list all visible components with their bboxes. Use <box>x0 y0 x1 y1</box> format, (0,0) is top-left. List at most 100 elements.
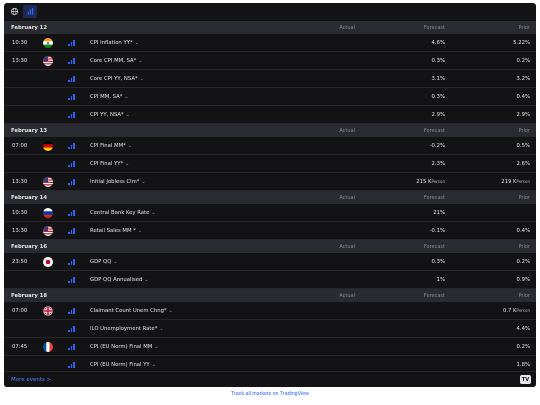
tradingview-logo-icon[interactable]: TV <box>520 375 531 384</box>
flag-fr-icon <box>43 341 53 352</box>
event-time: 13:30 <box>12 57 28 64</box>
event-row[interactable]: 13:30 Initial Jobless Clm* ⌄ 215 KPerson 219… <box>4 173 536 191</box>
events-list: February 12 Actual Forecast Prior 10:30 CPI I… <box>4 21 536 369</box>
prior-number: 4.4% <box>516 325 530 332</box>
event-row[interactable]: 23:50 GDP QQ ⌄ 0.3% 0.2% <box>4 253 536 271</box>
prior-value: 4.4% <box>517 326 530 332</box>
chevron-down-icon[interactable]: ⌄ <box>138 58 142 64</box>
flag-de-icon <box>43 140 53 151</box>
event-row[interactable]: CPI YY, NSA* ⌄ 2.9% 2.9% <box>4 106 536 124</box>
event-row[interactable]: Core CPI YY, NSA* ⌄ 3.1% 3.2% <box>4 70 536 88</box>
event-row[interactable]: CPI MM, SA* ⌄ 0.3% 0.4% <box>4 88 536 106</box>
date-label: February 12 <box>11 24 48 31</box>
event-row[interactable]: 10:30 CPI Inflation YY* ⌄ 4.6% 5.22% <box>4 34 536 52</box>
importance-bars-icon <box>68 326 75 332</box>
chevron-down-icon[interactable]: ⌄ <box>169 308 173 314</box>
prior-value: 0.7 KPerson <box>503 308 530 314</box>
actual-column-header: Actual <box>339 24 355 31</box>
event-name[interactable]: Central Bank Key Rate ⌄ <box>90 210 156 216</box>
more-events-link[interactable]: More events > <box>11 377 51 383</box>
event-name-text: Claimant Count Unem Chng* <box>90 307 167 314</box>
prior-number: 0.5% <box>516 142 530 149</box>
date-header: February 18 Actual Forecast Prior <box>4 289 536 302</box>
chevron-down-icon[interactable]: ⌄ <box>159 326 163 332</box>
forecast-number: -0.1% <box>429 227 445 234</box>
event-name[interactable]: GDP QQ ⌄ <box>90 259 118 265</box>
event-row[interactable]: 07:00 CPI Final MM* ⌄ -0.2% 0.5% <box>4 137 536 155</box>
event-name[interactable]: Retail Sales MM * ⌄ <box>90 228 142 234</box>
event-name-text: CPI Final MM* <box>90 142 126 149</box>
forecast-value: 21% <box>433 210 445 216</box>
forecast-value: 1% <box>437 277 445 283</box>
chevron-down-icon[interactable]: ⌄ <box>141 179 145 185</box>
event-name-text: GDP QQ Annualised <box>90 276 143 283</box>
chevron-down-icon[interactable]: ⌄ <box>113 259 117 265</box>
event-name-text: CPI (EU Norm) Final YY <box>90 361 150 368</box>
logo-text: TV <box>521 376 530 383</box>
prior-number: 0.2% <box>516 57 530 64</box>
chevron-down-icon[interactable]: ⌄ <box>152 362 156 368</box>
event-row[interactable]: CPI (EU Norm) Final YY ⌄ 1.8% <box>4 356 536 369</box>
event-name-text: Core CPI MM, SA* <box>90 57 137 64</box>
forecast-column-header: Forecast <box>423 292 445 299</box>
event-row[interactable]: GDP QQ Annualised ⌄ 1% 0.9% <box>4 271 536 289</box>
importance-filter-button[interactable] <box>23 4 37 18</box>
chevron-down-icon[interactable]: ⌄ <box>135 40 139 46</box>
event-row[interactable]: 13:30 Retail Sales MM * ⌄ -0.1% 0.4% <box>4 222 536 240</box>
prior-number: 0.4% <box>516 93 530 100</box>
event-name[interactable]: CPI (EU Norm) Final YY ⌄ <box>90 362 156 368</box>
event-name-text: Retail Sales MM * <box>90 227 136 234</box>
event-name-text: CPI (EU Norm) Final MM <box>90 343 153 350</box>
event-name[interactable]: CPI (EU Norm) Final MM ⌄ <box>90 344 159 350</box>
chevron-down-icon[interactable]: ⌄ <box>138 228 142 234</box>
prior-value: 0.2% <box>517 58 530 64</box>
event-name[interactable]: GDP QQ Annualised ⌄ <box>90 277 149 283</box>
chevron-down-icon[interactable]: ⌄ <box>125 161 129 167</box>
globe-button[interactable] <box>7 5 21 18</box>
flag-us-icon <box>43 55 53 66</box>
event-name[interactable]: CPI MM, SA* ⌄ <box>90 94 129 100</box>
event-time: 10:30 <box>12 209 28 216</box>
chevron-down-icon[interactable]: ⌄ <box>126 112 130 118</box>
prior-number: 0.7 K <box>502 307 517 314</box>
event-name[interactable]: CPI YY, NSA* ⌄ <box>90 112 130 118</box>
chevron-down-icon[interactable]: ⌄ <box>140 76 144 82</box>
forecast-number: 0.3% <box>431 57 445 64</box>
forecast-unit: Person <box>431 178 445 184</box>
forecast-value: 0.3% <box>432 259 445 265</box>
forecast-value: 0.3% <box>432 58 445 64</box>
event-row[interactable]: 13:30 Core CPI MM, SA* ⌄ 0.3% 0.2% <box>4 52 536 70</box>
track-all-markets-link[interactable]: Track all markets on TradingView <box>0 391 540 397</box>
importance-bars-icon <box>68 40 75 46</box>
chevron-down-icon[interactable]: ⌄ <box>154 344 158 350</box>
actual-column-header: Actual <box>339 194 355 201</box>
event-name[interactable]: CPI Final YY* ⌄ <box>90 161 129 167</box>
event-name[interactable]: CPI Inflation YY* ⌄ <box>90 40 139 46</box>
chevron-down-icon[interactable]: ⌄ <box>144 277 148 283</box>
event-name-text: ILO Unemployment Rate* <box>90 325 158 332</box>
chevron-down-icon[interactable]: ⌄ <box>151 210 155 216</box>
event-name[interactable]: CPI Final MM* ⌄ <box>90 143 132 149</box>
date-label: February 14 <box>11 194 48 201</box>
event-row[interactable]: CPI Final YY* ⌄ 2.3% 2.6% <box>4 155 536 173</box>
chevron-down-icon[interactable]: ⌄ <box>128 143 132 149</box>
event-name[interactable]: Claimant Count Unem Chng* ⌄ <box>90 308 173 314</box>
event-row[interactable]: ILO Unemployment Rate* ⌄ 4.4% <box>4 320 536 338</box>
forecast-column-header: Forecast <box>423 24 445 31</box>
event-row[interactable]: 07:00 Claimant Count Unem Chng* ⌄ 0.7 KPers… <box>4 302 536 320</box>
event-name[interactable]: ILO Unemployment Rate* ⌄ <box>90 326 164 332</box>
prior-column-header: Prior <box>518 24 531 31</box>
event-row[interactable]: 10:30 Central Bank Key Rate ⌄ 21% <box>4 204 536 222</box>
chevron-down-icon[interactable]: ⌄ <box>124 94 128 100</box>
event-time: 07:45 <box>12 343 28 350</box>
flag-jp-icon <box>43 256 53 267</box>
prior-column-header: Prior <box>518 243 531 250</box>
widget-footer: More events > TV <box>4 371 536 387</box>
event-time: 13:30 <box>12 178 28 185</box>
event-name[interactable]: Initial Jobless Clm* ⌄ <box>90 179 146 185</box>
event-name[interactable]: Core CPI MM, SA* ⌄ <box>90 58 143 64</box>
forecast-number: 4.6% <box>431 39 445 46</box>
event-name[interactable]: Core CPI YY, NSA* ⌄ <box>90 76 144 82</box>
event-row[interactable]: 07:45 CPI (EU Norm) Final MM ⌄ 0.2% <box>4 338 536 356</box>
prior-value: 0.5% <box>517 143 530 149</box>
